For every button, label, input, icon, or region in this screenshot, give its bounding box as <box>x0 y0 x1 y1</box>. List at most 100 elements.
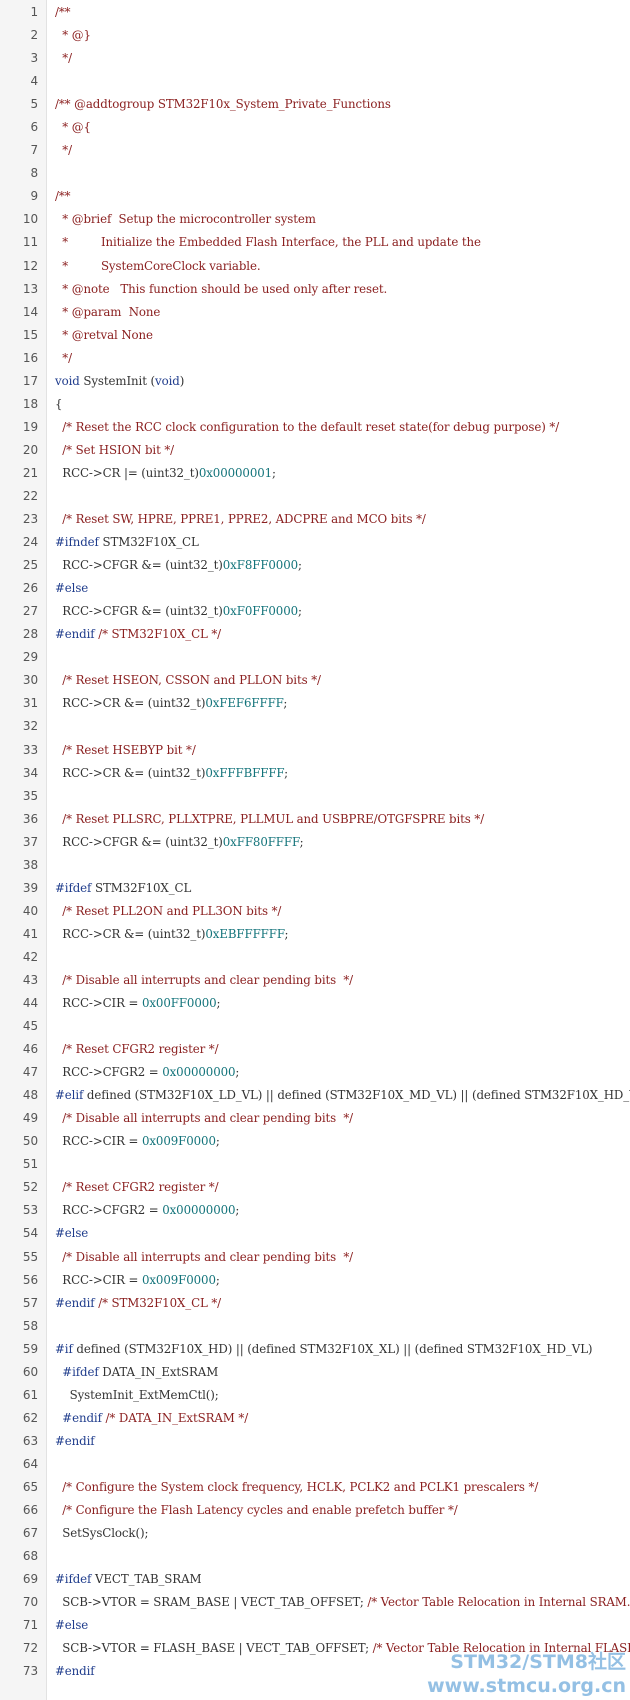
code-token: * @retval None <box>55 327 153 342</box>
line-number: 45 <box>22 1019 38 1034</box>
code-text: /* Reset the RCC clock configuration to … <box>55 416 559 439</box>
line-number: 28 <box>22 627 38 642</box>
code-token: * @param None <box>55 304 161 319</box>
line-number: 4 <box>30 74 38 89</box>
line-number: 61 <box>22 1387 38 1402</box>
line-number: 42 <box>22 949 38 964</box>
code-text: */ <box>55 347 72 370</box>
code-token: ; <box>215 1134 220 1149</box>
line-number: 20 <box>22 442 38 457</box>
code-text: SCB->VTOR = FLASH_BASE | VECT_TAB_OFFSET… <box>55 1637 630 1660</box>
code-text: * @{ <box>55 116 91 139</box>
code-line: 62 #endif /* DATA_IN_ExtSRAM */ <box>0 1407 630 1430</box>
code-line: 34 RCC->CR &= (uint32_t)0xFFFBFFFF; <box>0 762 630 785</box>
code-token: defined (STM32F10X_LD_VL) || defined (ST… <box>83 1088 630 1103</box>
code-text: /* Disable all interrupts and clear pend… <box>55 1246 353 1269</box>
line-number: 3 <box>30 51 38 66</box>
code-token: */ <box>55 51 72 66</box>
code-token: STM32F10X_CL <box>91 880 192 895</box>
code-token: #endif <box>55 627 95 642</box>
code-line: 43 /* Disable all interrupts and clear p… <box>0 969 630 992</box>
code-text: RCC->CR &= (uint32_t)0xEBFFFFFF; <box>55 923 288 946</box>
code-token: ; <box>299 834 304 849</box>
code-line: 23 /* Reset SW, HPRE, PPRE1, PPRE2, ADCP… <box>0 508 630 531</box>
code-token: SCB->VTOR = FLASH_BASE | VECT_TAB_OFFSET… <box>55 1641 373 1656</box>
code-line: 63 #endif <box>0 1430 630 1453</box>
code-token: /* Reset PLLSRC, PLLXTPRE, PLLMUL and US… <box>55 811 485 826</box>
line-number: 71 <box>22 1618 38 1633</box>
code-line: 71 #else <box>0 1614 630 1637</box>
code-line: 27 RCC->CFGR &= (uint32_t)0xF0FF0000; <box>0 600 630 623</box>
line-number: 38 <box>22 857 38 872</box>
line-number: 53 <box>22 1203 38 1218</box>
line-number: 27 <box>22 604 38 619</box>
code-token: SCB->VTOR = SRAM_BASE | VECT_TAB_OFFSET; <box>55 1595 368 1610</box>
code-token: /* Reset HSEON, CSSON and PLLON bits */ <box>55 673 321 688</box>
code-line: 61 SystemInit_ExtMemCtl(); <box>0 1384 630 1407</box>
code-token: /** @addtogroup STM32F10x_System_Private… <box>55 97 391 112</box>
code-text: RCC->CFGR2 = 0x00000000; <box>55 1061 239 1084</box>
code-text: /* Configure the Flash Latency cycles an… <box>55 1499 457 1522</box>
line-number: 18 <box>22 396 38 411</box>
line-number: 17 <box>22 373 38 388</box>
line-number: 68 <box>22 1549 38 1564</box>
code-line: 29 <box>0 646 630 669</box>
line-number: 72 <box>22 1641 38 1656</box>
code-line: 19 /* Reset the RCC clock configuration … <box>0 416 630 439</box>
code-text: { <box>55 393 63 416</box>
code-token: #elif <box>55 1088 84 1103</box>
code-text: */ <box>55 139 72 162</box>
line-number: 22 <box>22 488 38 503</box>
code-line: 44 RCC->CIR = 0x00FF0000; <box>0 992 630 1015</box>
code-token: RCC->CIR = <box>55 996 142 1011</box>
code-lines: 1/** 2 * @} 3 */4 5/** @addtogroup STM32F10… <box>0 1 630 1683</box>
code-line: 5 /** @addtogroup STM32F10x_System_Privat… <box>0 93 630 116</box>
code-token: defined (STM32F10X_HD) || (defined STM32… <box>72 1341 593 1356</box>
code-token: #if <box>55 1341 73 1356</box>
code-token: ; <box>284 926 289 941</box>
code-token: ; <box>216 996 221 1011</box>
code-token: 0x00000001 <box>198 465 273 480</box>
line-number: 15 <box>22 327 38 342</box>
line-number: 39 <box>22 880 38 895</box>
code-text: #endif <box>55 1430 95 1453</box>
code-token: #else <box>55 1618 89 1633</box>
code-token: 0xF8FF0000 <box>222 558 299 573</box>
code-line: 48 #elif defined (STM32F10X_LD_VL) || def… <box>0 1084 630 1107</box>
code-line: 8 <box>0 162 630 185</box>
code-line: 26 #else <box>0 577 630 600</box>
line-number: 30 <box>22 673 38 688</box>
code-token: /* Disable all interrupts and clear pend… <box>55 1249 354 1264</box>
code-token: /* STM32F10X_CL */ <box>94 627 222 642</box>
code-line: 11 * Initialize the Embedded Flash Inter… <box>0 231 630 254</box>
code-token: /* Disable all interrupts and clear pend… <box>55 972 354 987</box>
line-number: 23 <box>22 512 38 527</box>
code-line: 72 SCB->VTOR = FLASH_BASE | VECT_TAB_OFF… <box>0 1637 630 1660</box>
line-number: 67 <box>22 1526 38 1541</box>
code-token: ; <box>272 465 276 480</box>
line-number: 12 <box>22 258 38 273</box>
line-number: 65 <box>22 1480 38 1494</box>
line-number: 40 <box>22 903 38 918</box>
code-token: ; <box>284 765 288 780</box>
code-token: /** <box>55 189 71 204</box>
code-token: /* STM32F10X_CL */ <box>94 1295 222 1310</box>
line-number: 44 <box>22 996 38 1011</box>
code-token: ; <box>235 1203 240 1218</box>
code-token: /* Set HSION bit */ <box>55 442 175 457</box>
code-token: RCC->CFGR &= (uint32_t) <box>55 834 223 849</box>
code-line: 20 /* Set HSION bit */ <box>0 439 630 462</box>
code-token: 0x009F0000 <box>141 1272 216 1287</box>
code-viewer[interactable]: 1/** 2 * @} 3 */4 5/** @addtogroup STM32F10… <box>0 0 630 1700</box>
code-text: * @retval None <box>55 324 153 347</box>
code-token: RCC->CFGR2 = <box>55 1065 163 1080</box>
code-token: VECT_TAB_SRAM <box>91 1572 202 1587</box>
line-number: 5 <box>30 97 38 112</box>
code-text: /* Reset HSEON, CSSON and PLLON bits */ <box>55 669 321 692</box>
code-line: 52 /* Reset CFGR2 register */ <box>0 1176 630 1199</box>
code-line: 47 RCC->CFGR2 = 0x00000000; <box>0 1061 630 1084</box>
code-line: 60 #ifdef DATA_IN_ExtSRAM <box>0 1361 630 1384</box>
code-line: 21 RCC->CR |= (uint32_t)0x00000001; <box>0 462 630 485</box>
code-text: #endif /* STM32F10X_CL */ <box>55 1292 221 1315</box>
code-text: RCC->CR &= (uint32_t)0xFFFBFFFF; <box>55 762 288 785</box>
